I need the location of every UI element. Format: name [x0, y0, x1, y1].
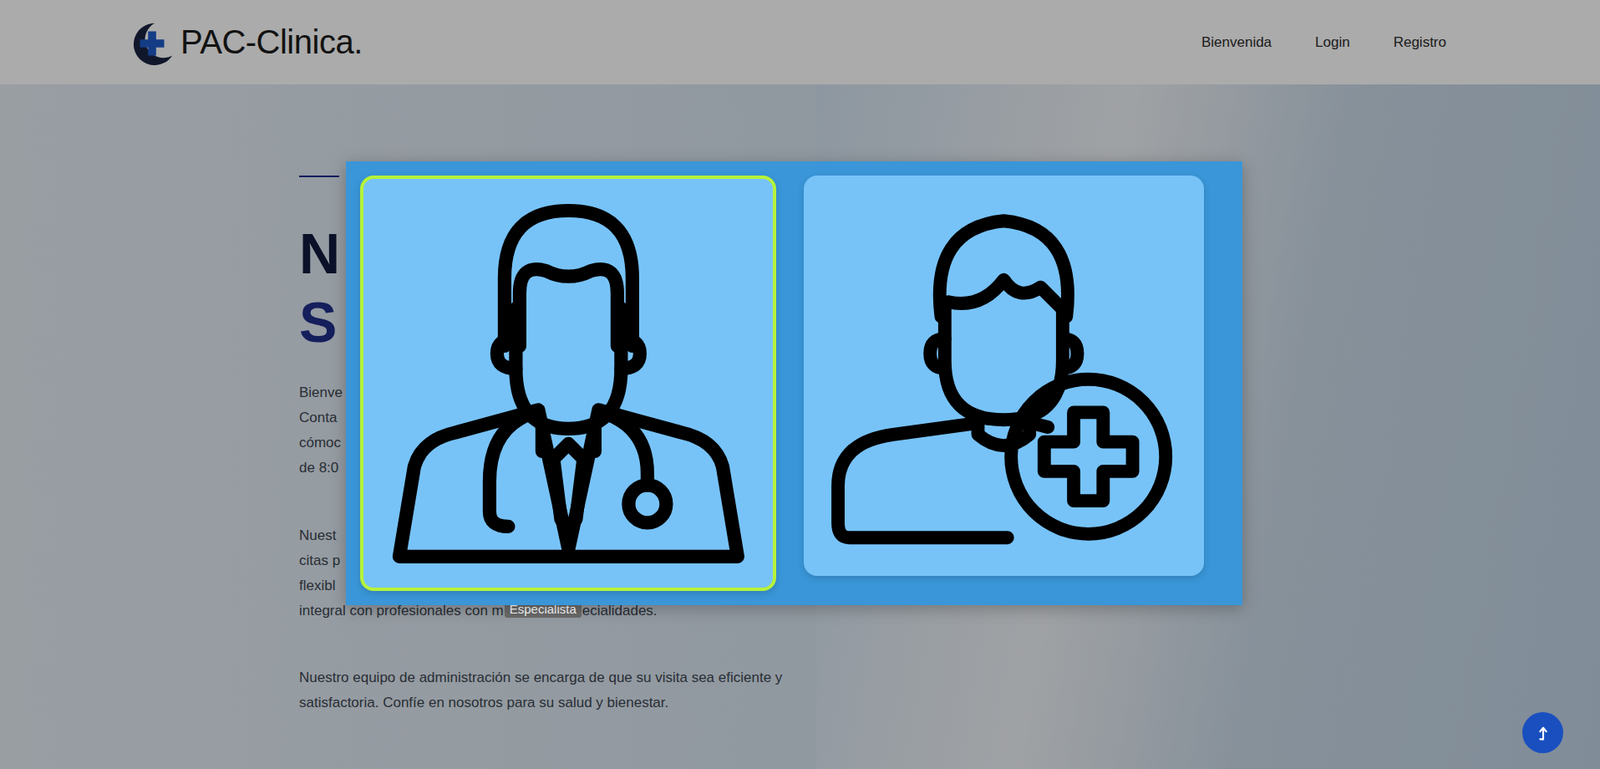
patient-add-icon [819, 191, 1189, 560]
role-card[interactable] [803, 175, 1204, 576]
role-card[interactable] [360, 175, 777, 591]
scroll-top-button[interactable] [1522, 711, 1564, 753]
role-picker-dialog [345, 161, 1243, 605]
arrow-up-icon [1533, 723, 1553, 742]
doctor-icon [380, 195, 757, 572]
